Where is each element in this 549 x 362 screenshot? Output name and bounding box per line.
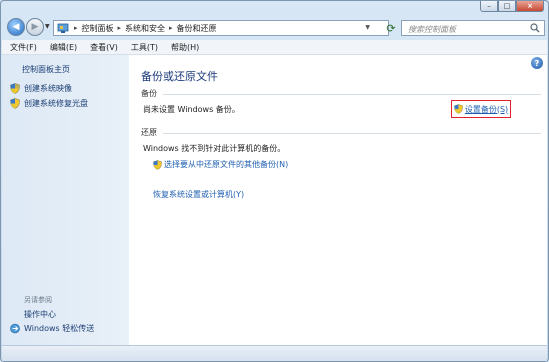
back-button[interactable]: ◀ (7, 18, 25, 36)
setup-backup-link[interactable]: 设置备份(S) (454, 104, 508, 115)
address-bar[interactable]: ▸ 控制面板 ▸ 系统和安全 ▸ 备份和还原 ▼ (53, 20, 389, 36)
easy-transfer-icon (10, 323, 20, 334)
setup-backup-highlight: 设置备份(S) (451, 100, 511, 118)
search-icon[interactable] (530, 23, 540, 35)
choose-other-backup-label: 选择要从中还原文件的其他备份(N) (164, 160, 289, 169)
search-placeholder: 搜索控制面板 (408, 25, 456, 34)
refresh-icon[interactable]: ⟳ (383, 20, 399, 36)
breadcrumb-system-security[interactable]: 系统和安全 (125, 23, 165, 34)
forward-button[interactable]: ▶ (26, 18, 44, 36)
choose-other-backup-link[interactable]: 选择要从中还原文件的其他备份(N) (153, 159, 288, 170)
menu-tools[interactable]: 工具(T) (126, 42, 163, 53)
menu-bar: 文件(F) 编辑(E) 查看(V) 工具(T) 帮助(H) (2, 40, 547, 55)
recover-system-link[interactable]: 恢复系统设置或计算机(Y) (153, 189, 244, 200)
task-pane: 控制面板主页 创建系统映像 创建系统修复光盘 另请参阅 操作中心 Windows… (2, 55, 129, 345)
restore-section-label: 还原 (141, 128, 157, 137)
backup-section-label: 备份 (141, 89, 157, 98)
restore-divider (163, 133, 541, 134)
page-title: 备份或还原文件 (141, 70, 218, 83)
breadcrumb-backup-restore[interactable]: 备份和还原 (177, 23, 217, 34)
search-input[interactable]: 搜索控制面板 (401, 20, 545, 36)
navigation-bar: ◀ ▶ ▼ ▸ 控制面板 ▸ 系统和安全 ▸ 备份和还原 ▼ ⟳ 搜索控制面板 (5, 17, 545, 39)
maximize-button[interactable]: □ (498, 1, 516, 12)
menu-file[interactable]: 文件(F) (5, 42, 42, 53)
backup-status-text: 尚未设置 Windows 备份。 (143, 105, 240, 114)
create-system-image-label: 创建系统映像 (24, 84, 72, 93)
setup-backup-label: 设置备份(S) (464, 104, 509, 114)
create-repair-disc-link[interactable]: 创建系统修复光盘 (10, 98, 88, 109)
menu-edit[interactable]: 编辑(E) (45, 42, 82, 53)
breadcrumb-separator-icon[interactable]: ▸ (74, 24, 78, 32)
status-bar (2, 345, 547, 361)
content-pane: ? 备份或还原文件 备份 尚未设置 Windows 备份。 设置备份(S) 还原… (129, 55, 547, 345)
uac-shield-icon (454, 104, 463, 114)
create-system-image-link[interactable]: 创建系统映像 (10, 83, 72, 94)
breadcrumb-separator-icon[interactable]: ▸ (118, 24, 122, 32)
help-icon[interactable]: ? (531, 57, 543, 69)
menu-help[interactable]: 帮助(H) (166, 42, 204, 53)
menu-view[interactable]: 查看(V) (85, 42, 123, 53)
create-repair-disc-label: 创建系统修复光盘 (24, 99, 88, 108)
action-center-link[interactable]: 操作中心 (24, 309, 56, 320)
control-panel-icon (56, 22, 70, 34)
breadcrumb-control-panel[interactable]: 控制面板 (82, 23, 114, 34)
uac-shield-icon (10, 98, 20, 109)
breadcrumb-separator-icon[interactable]: ▸ (169, 24, 173, 32)
control-panel-window: – □ × ◀ ▶ ▼ ▸ 控制面板 ▸ 系统和安全 ▸ 备份和还原 ▼ ⟳ 搜… (0, 0, 549, 362)
windows-easy-transfer-label: Windows 轻松传送 (24, 324, 95, 333)
minimize-button[interactable]: – (480, 1, 498, 12)
restore-status-text: Windows 找不到针对此计算机的备份。 (143, 144, 286, 153)
uac-shield-icon (10, 83, 20, 94)
uac-shield-icon (153, 159, 162, 170)
close-button[interactable]: × (516, 1, 544, 12)
recent-pages-dropdown-icon[interactable]: ▼ (45, 23, 50, 30)
windows-easy-transfer-link[interactable]: Windows 轻松传送 (10, 323, 94, 334)
caption-buttons: – □ × (480, 1, 544, 12)
address-dropdown-icon[interactable]: ▼ (365, 24, 370, 31)
backup-divider (163, 94, 541, 95)
see-also-heading: 另请参阅 (24, 296, 52, 304)
control-panel-home-link[interactable]: 控制面板主页 (22, 64, 70, 75)
